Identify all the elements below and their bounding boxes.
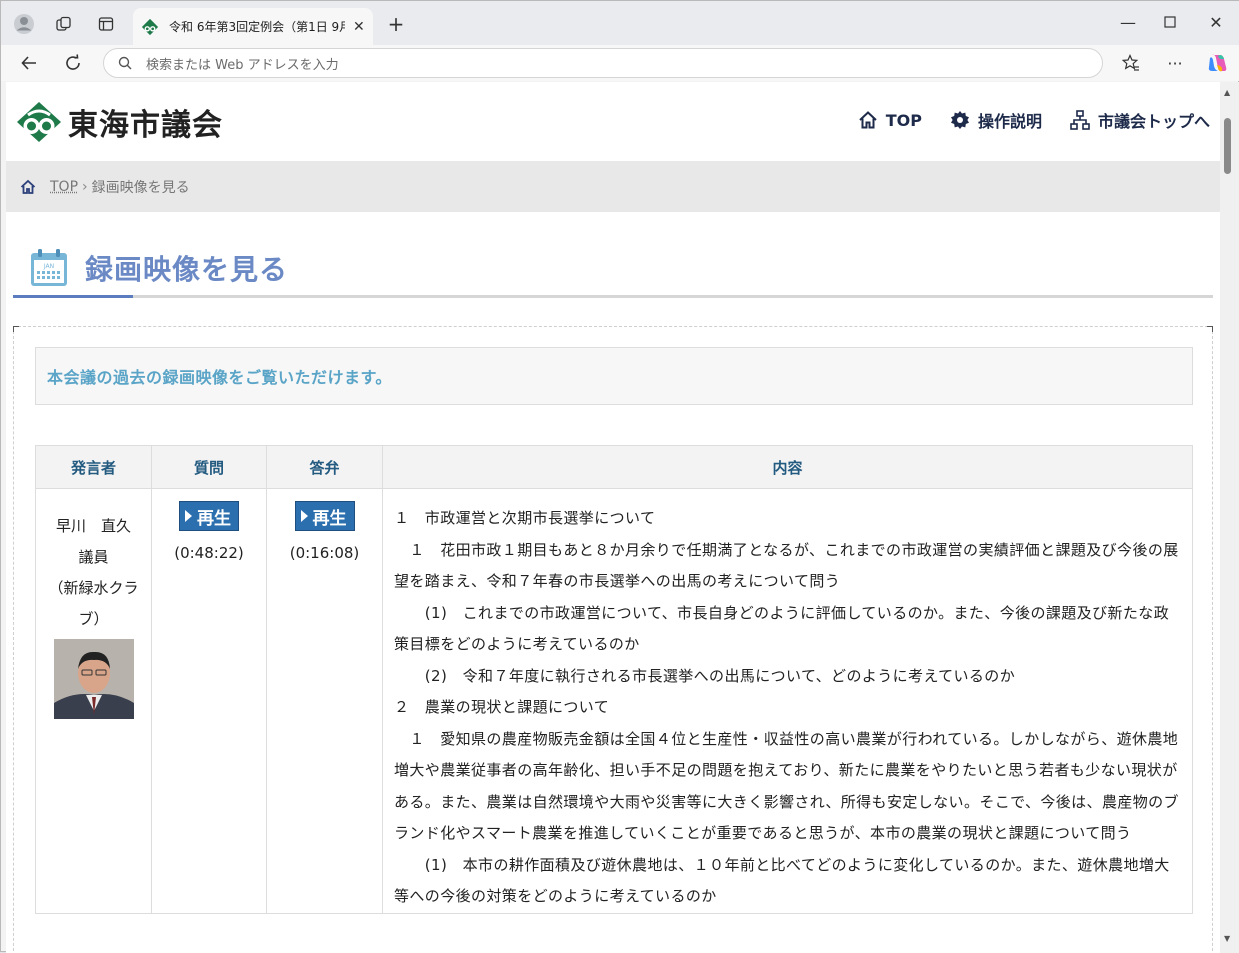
breadcrumb-home-icon[interactable] bbox=[20, 179, 36, 195]
header-answer: 答弁 bbox=[267, 446, 383, 489]
question-play-label: 再生 bbox=[197, 504, 231, 529]
nav-top-label: TOP bbox=[886, 111, 922, 130]
table-header-row: 発言者 質問 答弁 内容 bbox=[36, 446, 1193, 489]
gear-icon bbox=[950, 110, 970, 130]
close-tab-icon[interactable]: ✕ bbox=[353, 19, 365, 35]
nav-top-link[interactable]: TOP bbox=[858, 110, 922, 130]
more-menu-icon[interactable]: ··· bbox=[1161, 50, 1189, 76]
close-window-icon[interactable]: ✕ bbox=[1193, 5, 1239, 39]
nav-council-top-link[interactable]: 市議会トップへ bbox=[1070, 108, 1210, 132]
page-title-bar: JAN 録画映像を見る bbox=[13, 242, 1213, 298]
content-line: １ 愛知県の農産物販売金額は全国４位と生産性・収益性の高い農業が行われている。し… bbox=[394, 724, 1182, 850]
home-icon bbox=[858, 110, 878, 130]
site-favicon-icon bbox=[141, 18, 159, 36]
speaker-photo bbox=[54, 639, 134, 719]
sitemap-icon bbox=[1070, 110, 1090, 130]
title-accent-line bbox=[13, 295, 133, 298]
scroll-up-icon[interactable]: ▲ bbox=[1224, 88, 1230, 97]
maximize-icon[interactable] bbox=[1147, 5, 1193, 39]
content-line: (2) 令和７年度に執行される市長選挙への出馬について、どのように考えているのか bbox=[394, 661, 1182, 693]
calendar-icon: JAN bbox=[29, 248, 69, 288]
site-name: 東海市議会 bbox=[68, 100, 223, 144]
breadcrumb-top-link[interactable]: TOP bbox=[50, 179, 78, 195]
city-emblem-icon bbox=[16, 101, 62, 143]
content-cell: １ 市政運営と次期市長選挙について １ 花田市政１期目もあと８か月余りで任期満了… bbox=[383, 489, 1193, 914]
table-row: 早川 直久 議員 （新緑水クラ ブ） 再生 (0:48:22) 再生 (0:16… bbox=[36, 489, 1193, 914]
answer-duration: (0:16:08) bbox=[267, 544, 382, 562]
breadcrumb-current: 録画映像を見る bbox=[92, 177, 190, 197]
page-scrollbar[interactable]: ▲ ▼ bbox=[1220, 82, 1239, 953]
question-play-button[interactable]: 再生 bbox=[179, 501, 239, 531]
box-corner bbox=[1207, 326, 1213, 332]
active-tab[interactable]: 令和 6年第3回定例会（第1日 9月 ✕ bbox=[133, 8, 373, 45]
reload-icon[interactable] bbox=[59, 50, 87, 76]
address-input[interactable]: 検索または Web アドレスを入力 bbox=[103, 48, 1103, 78]
answer-cell: 再生 (0:16:08) bbox=[267, 489, 383, 914]
intro-text: 本会議の過去の録画映像をご覧いただけます。 bbox=[35, 347, 1193, 405]
tab-actions-icon[interactable] bbox=[93, 11, 119, 37]
box-corner bbox=[13, 326, 19, 332]
header-nav: TOP 操作説明 市議会トップへ bbox=[830, 108, 1210, 132]
content-line: １ 市政運営と次期市長選挙について bbox=[394, 503, 1182, 535]
scrollbar-thumb[interactable] bbox=[1224, 118, 1231, 174]
site-logo[interactable]: 東海市議会 bbox=[16, 100, 223, 144]
tab-strip: 令和 6年第3回定例会（第1日 9月 ✕ + — ✕ bbox=[1, 1, 1239, 45]
content-line: (1) これまでの市政運営について、市長自身どのように評価しているのか。また、今… bbox=[394, 598, 1182, 661]
nav-council-top-label: 市議会トップへ bbox=[1098, 108, 1210, 132]
copilot-icon[interactable] bbox=[1203, 50, 1231, 76]
answer-play-button[interactable]: 再生 bbox=[295, 501, 355, 531]
content-line: (1) 本市の耕作面積及び遊休農地は、１０年前と比べてどのように変化しているのか… bbox=[394, 850, 1182, 913]
favorites-icon[interactable] bbox=[1117, 50, 1145, 76]
question-cell: 再生 (0:48:22) bbox=[152, 489, 267, 914]
speaker-cell: 早川 直久 議員 （新緑水クラ ブ） bbox=[36, 489, 152, 914]
address-placeholder: 検索または Web アドレスを入力 bbox=[146, 54, 339, 73]
nav-help-link[interactable]: 操作説明 bbox=[950, 108, 1042, 132]
profile-icon[interactable] bbox=[11, 11, 37, 37]
browser-window: 令和 6年第3回定例会（第1日 9月 ✕ + — ✕ 検索または Web アドレ… bbox=[0, 0, 1239, 952]
back-icon[interactable] bbox=[15, 50, 43, 76]
breadcrumb-separator: › bbox=[82, 179, 88, 195]
breadcrumb: TOP › 録画映像を見る bbox=[6, 161, 1220, 212]
scroll-down-icon[interactable]: ▼ bbox=[1224, 934, 1230, 943]
speaker-role: 議員 bbox=[36, 542, 151, 573]
new-tab-icon[interactable]: + bbox=[385, 11, 407, 37]
address-bar: 検索または Web アドレスを入力 ··· bbox=[1, 45, 1239, 81]
play-icon bbox=[185, 510, 192, 522]
header-speaker: 発言者 bbox=[36, 446, 152, 489]
answer-play-label: 再生 bbox=[313, 504, 347, 529]
tab-title: 令和 6年第3回定例会（第1日 9月 bbox=[169, 18, 345, 35]
page-title: 録画映像を見る bbox=[85, 248, 288, 288]
site-header: 東海市議会 TOP 操作説明 市議会トップへ bbox=[6, 82, 1220, 161]
content-box: 本会議の過去の録画映像をご覧いただけます。 発言者 質問 答弁 内容 早川 直久 bbox=[13, 326, 1213, 953]
recordings-table: 発言者 質問 答弁 内容 早川 直久 議員 （新緑水クラ ブ） 再生 (0:48… bbox=[35, 445, 1193, 914]
speaker-name: 早川 直久 bbox=[36, 511, 151, 542]
header-content: 内容 bbox=[383, 446, 1193, 489]
speaker-group-cont: ブ） bbox=[36, 604, 151, 635]
question-duration: (0:48:22) bbox=[152, 544, 266, 562]
workspaces-icon[interactable] bbox=[51, 11, 77, 37]
page-viewport: 東海市議会 TOP 操作説明 市議会トップへ TOP › 録画映像を見る JAN… bbox=[6, 82, 1220, 953]
content-line: １ 花田市政１期目もあと８か月余りで任期満了となるが、これまでの市政運営の実績評… bbox=[394, 535, 1182, 598]
calendar-month-label: JAN bbox=[43, 263, 54, 270]
speaker-group: （新緑水クラ bbox=[36, 573, 151, 604]
content-line: ２ 農業の現状と課題について bbox=[394, 692, 1182, 724]
nav-help-label: 操作説明 bbox=[978, 108, 1042, 132]
minimize-icon[interactable]: — bbox=[1105, 5, 1151, 39]
play-icon bbox=[301, 510, 308, 522]
header-question: 質問 bbox=[152, 446, 267, 489]
search-icon bbox=[118, 56, 132, 70]
